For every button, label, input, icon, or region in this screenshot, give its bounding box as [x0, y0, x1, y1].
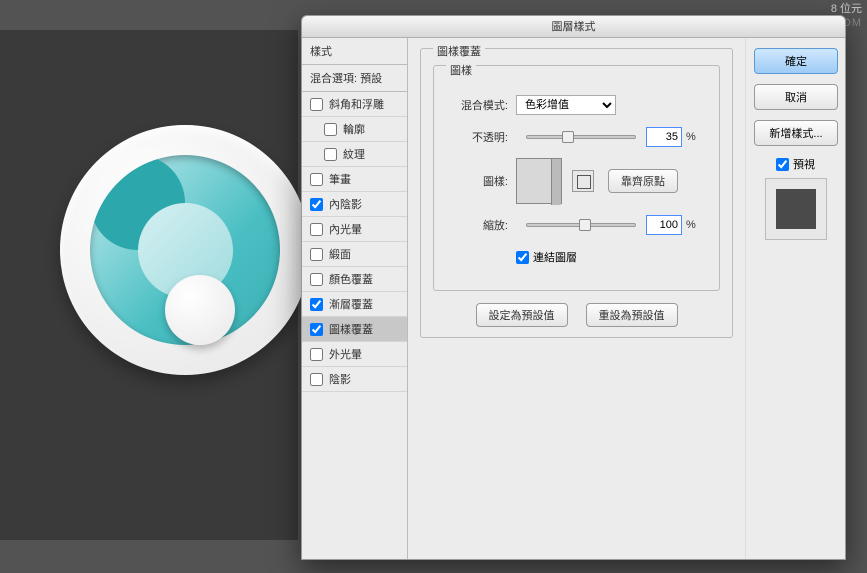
style-checkbox[interactable]: [310, 273, 323, 286]
group-inner-title: 圖樣: [446, 62, 476, 78]
style-item-2[interactable]: 紋理: [302, 142, 407, 167]
style-checkbox[interactable]: [310, 298, 323, 311]
style-checkbox[interactable]: [310, 373, 323, 386]
style-label: 輪廓: [343, 121, 365, 137]
scale-slider[interactable]: [526, 223, 636, 227]
ok-button[interactable]: 確定: [754, 48, 838, 74]
preview-swatch: [776, 189, 816, 229]
style-item-10[interactable]: 外光暈: [302, 342, 407, 367]
style-item-1[interactable]: 輪廓: [302, 117, 407, 142]
percent-label: %: [686, 131, 696, 143]
style-item-8[interactable]: 漸層覆蓋: [302, 292, 407, 317]
style-checkbox[interactable]: [310, 198, 323, 211]
style-checkbox[interactable]: [324, 123, 337, 136]
set-default-button[interactable]: 設定為預設值: [476, 303, 568, 327]
center-knob: [165, 275, 235, 345]
cancel-button[interactable]: 取消: [754, 84, 838, 110]
style-item-4[interactable]: 內陰影: [302, 192, 407, 217]
style-label: 圖樣覆蓋: [329, 321, 373, 337]
style-item-9[interactable]: 圖樣覆蓋: [302, 317, 407, 342]
icon-preview: [60, 125, 310, 375]
style-label: 緞面: [329, 246, 351, 262]
style-item-0[interactable]: 斜角和浮雕: [302, 92, 407, 117]
blend-mode-select[interactable]: 色彩增值: [516, 95, 616, 115]
dialog-title[interactable]: 圖層樣式: [302, 16, 845, 38]
style-label: 內光暈: [329, 221, 362, 237]
opacity-input[interactable]: [646, 127, 682, 147]
style-label: 漸層覆蓋: [329, 296, 373, 312]
pattern-swatch[interactable]: [516, 158, 562, 204]
style-item-7[interactable]: 顏色覆蓋: [302, 267, 407, 292]
blend-options-row[interactable]: 混合選項: 預設: [302, 65, 407, 92]
link-layer-label: 連結圖層: [533, 249, 577, 265]
style-checkbox[interactable]: [310, 248, 323, 261]
style-label: 筆畫: [329, 171, 351, 187]
pattern-label: 圖樣:: [446, 173, 508, 189]
style-checkbox[interactable]: [324, 148, 337, 161]
style-checkbox[interactable]: [310, 173, 323, 186]
style-label: 陰影: [329, 371, 351, 387]
group-title: 圖樣覆蓋: [433, 43, 485, 59]
style-label: 顏色覆蓋: [329, 271, 373, 287]
new-style-button[interactable]: 新增樣式...: [754, 120, 838, 146]
opacity-label: 不透明:: [446, 129, 508, 145]
scale-input[interactable]: [646, 215, 682, 235]
scale-label: 縮放:: [446, 217, 508, 233]
preview-checkbox[interactable]: [776, 158, 789, 171]
style-item-11[interactable]: 陰影: [302, 367, 407, 392]
link-layer-checkbox[interactable]: [516, 251, 529, 264]
styles-header[interactable]: 樣式: [302, 38, 407, 65]
blend-mode-label: 混合模式:: [446, 97, 508, 113]
settings-panel: 圖樣覆蓋 圖樣 混合模式: 色彩增值 不透明: % 圖樣:: [408, 38, 745, 559]
snap-origin-button[interactable]: 靠齊原點: [608, 169, 678, 193]
style-item-3[interactable]: 筆畫: [302, 167, 407, 192]
style-label: 斜角和浮雕: [329, 96, 384, 112]
style-checkbox[interactable]: [310, 98, 323, 111]
style-label: 內陰影: [329, 196, 362, 212]
style-label: 外光暈: [329, 346, 362, 362]
style-checkbox[interactable]: [310, 223, 323, 236]
preview-label: 預視: [793, 156, 815, 172]
canvas-area: [0, 30, 298, 540]
percent-label-2: %: [686, 219, 696, 231]
layer-style-dialog: 圖層樣式 樣式 混合選項: 預設 斜角和浮雕輪廓紋理筆畫內陰影內光暈緞面顏色覆蓋…: [301, 15, 846, 560]
style-checkbox[interactable]: [310, 348, 323, 361]
style-item-6[interactable]: 緞面: [302, 242, 407, 267]
style-checkbox[interactable]: [310, 323, 323, 336]
new-pattern-icon[interactable]: [572, 170, 594, 192]
style-label: 紋理: [343, 146, 365, 162]
reset-default-button[interactable]: 重設為預設值: [586, 303, 678, 327]
dialog-actions: 確定 取消 新增樣式... 預視: [745, 38, 845, 559]
styles-sidebar: 樣式 混合選項: 預設 斜角和浮雕輪廓紋理筆畫內陰影內光暈緞面顏色覆蓋漸層覆蓋圖…: [302, 38, 408, 559]
preview-box: [765, 178, 827, 240]
style-item-5[interactable]: 內光暈: [302, 217, 407, 242]
chevron-down-icon[interactable]: [551, 159, 561, 205]
opacity-slider[interactable]: [526, 135, 636, 139]
